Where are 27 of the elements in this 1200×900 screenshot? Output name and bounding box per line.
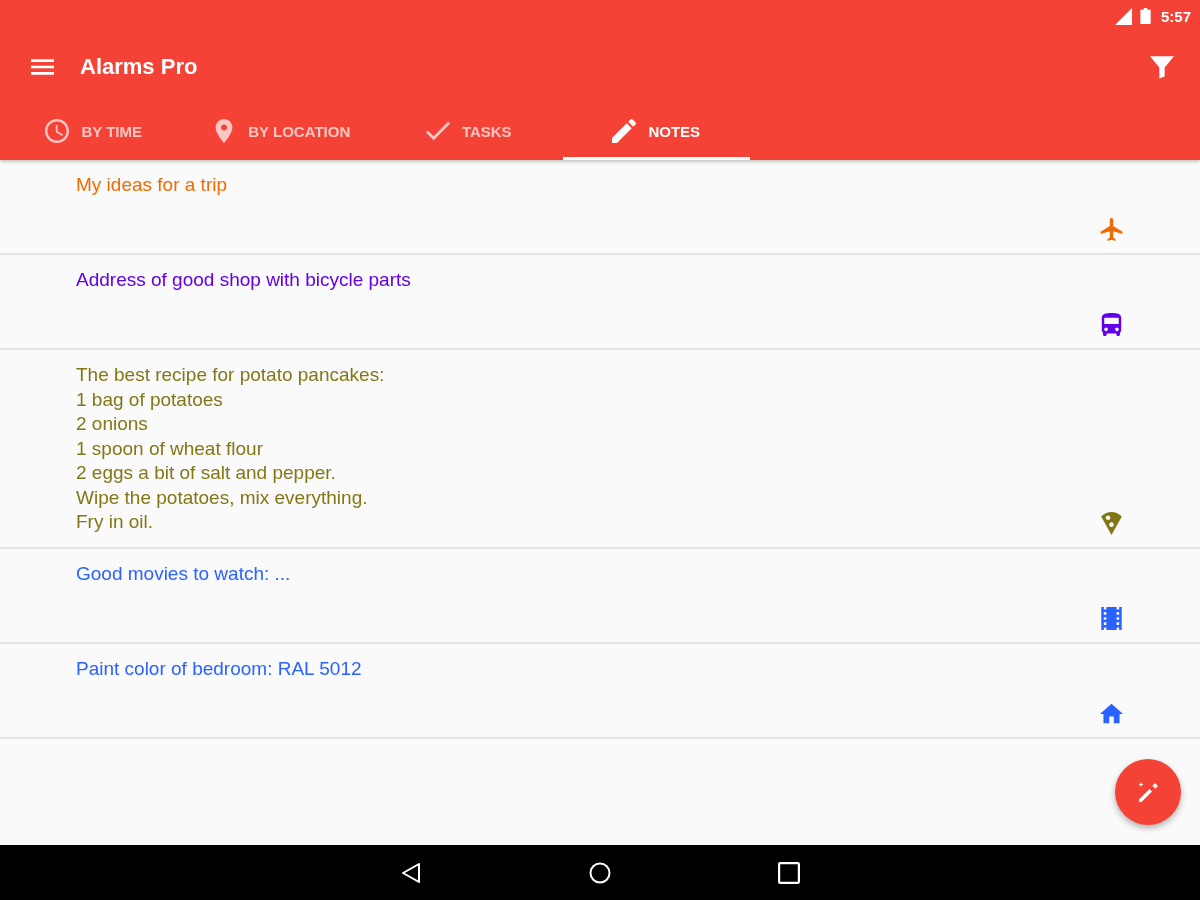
pencil-icon [612, 119, 637, 143]
note-text: Good movies to watch: ... [76, 561, 292, 586]
note-row[interactable]: Address of good shop with bicycle parts [0, 255, 1200, 350]
back-button[interactable] [400, 861, 422, 884]
note-text: Address of good shop with bicycle parts [76, 268, 412, 292]
floating-action-button[interactable] [1115, 759, 1181, 825]
pen-sparkle-icon [1136, 780, 1160, 804]
recents-button[interactable] [778, 861, 800, 884]
note-row[interactable]: Good movies to watch: ... [0, 548, 1200, 644]
note-row[interactable]: Paint color of bedroom: RAL 5012 [0, 643, 1200, 739]
note-row[interactable]: My ideas for a trip [0, 160, 1200, 255]
home-button[interactable] [589, 861, 611, 884]
note-text: Paint color of bedroom: RAL 5012 [76, 656, 363, 681]
status-time: 5:57 [1160, 7, 1191, 25]
note-text: The best recipe for potato pancakes: 1 bag of potatoes 2 onions 1 spoon of wheat flour 2 eggs a bit of salt and pepper. Wipe the potatoes, mix everything. Fry in oil. [76, 363, 386, 534]
filter-icon[interactable] [1150, 55, 1174, 79]
check-icon [425, 119, 450, 143]
clock-icon [45, 119, 70, 143]
tab[interactable]: BY TIME [0, 102, 188, 160]
note-row[interactable]: The best recipe for potato pancakes: 1 bag of potatoes 2 onions 1 spoon of wheat flour 2 eggs a bit of salt and pepper. Wipe the potatoes, mix everything. Fry in oil. [0, 350, 1200, 549]
note-text: My ideas for a trip [76, 173, 228, 197]
menu-icon[interactable] [31, 59, 54, 75]
signal-icon [1114, 7, 1132, 25]
app-title: Alarms Pro [80, 54, 198, 80]
tab[interactable]: BY LOCATION [187, 102, 375, 160]
tab[interactable]: TASKS [375, 102, 563, 160]
battery-icon [1139, 8, 1151, 24]
